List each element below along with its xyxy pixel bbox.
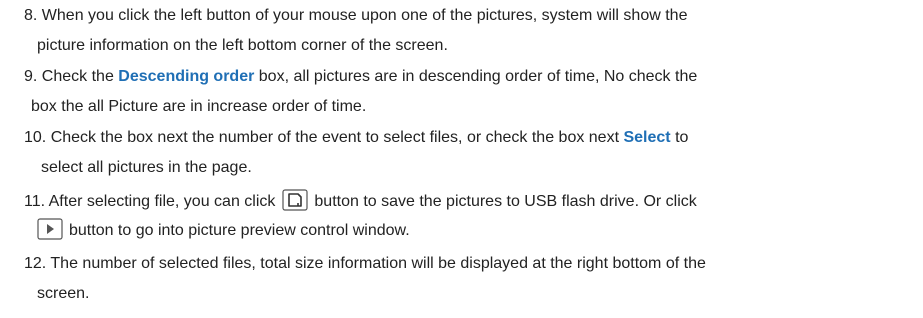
item-12-number: 12. [24,255,47,272]
item-12-line-2: screen. [37,284,89,304]
manual-instructions: 8. When you click the left button of you… [0,0,923,318]
item-8-line-2: picture information on the left bottom c… [37,36,448,56]
item-11-line-1: 11. After selecting file, you can click … [24,189,697,214]
item-8-number: 8. [24,7,38,24]
item-9-text-cont: box the all Picture are in increase orde… [31,98,367,115]
item-11-text-b: button to save the pictures to USB flash… [314,193,697,210]
item-8-text-cont: picture information on the left bottom c… [37,37,448,54]
item-9-line-1: 9. Check the Descending order box, all p… [24,67,697,87]
item-9-number: 9. [24,68,38,85]
item-10-number: 10. [24,129,47,146]
item-11-text-a: After selecting file, you can click [48,193,276,210]
item-10-text-a: Check the box next the number of the eve… [50,129,620,146]
item-11-number: 11. [24,193,46,210]
item-9-text-b: box, all pictures are in descending orde… [258,68,698,85]
item-11-line-2: button to go into picture preview contro… [37,218,410,243]
item-9-line-2: box the all Picture are in increase orde… [31,97,366,117]
item-10-line-2: select all pictures in the page. [41,158,252,178]
descending-order-label: Descending order [118,68,255,85]
item-11-text-cont: button to go into picture preview contro… [69,222,410,239]
item-12-text-cont: screen. [37,285,90,302]
item-8-text: When you click the left button of your m… [41,7,688,24]
item-8-line-1: 8. When you click the left button of you… [24,6,687,26]
item-9-text-a: Check the [41,68,114,85]
item-12-text: The number of selected files, total size… [50,255,706,272]
play-icon [37,218,63,240]
select-label: Select [623,129,671,146]
item-10-text-cont: select all pictures in the page. [41,159,252,176]
item-12-line-1: 12. The number of selected files, total … [24,254,706,274]
save-icon [282,189,308,211]
item-10-line-1: 10. Check the box next the number of the… [24,128,688,148]
item-10-text-b: to [675,129,689,146]
